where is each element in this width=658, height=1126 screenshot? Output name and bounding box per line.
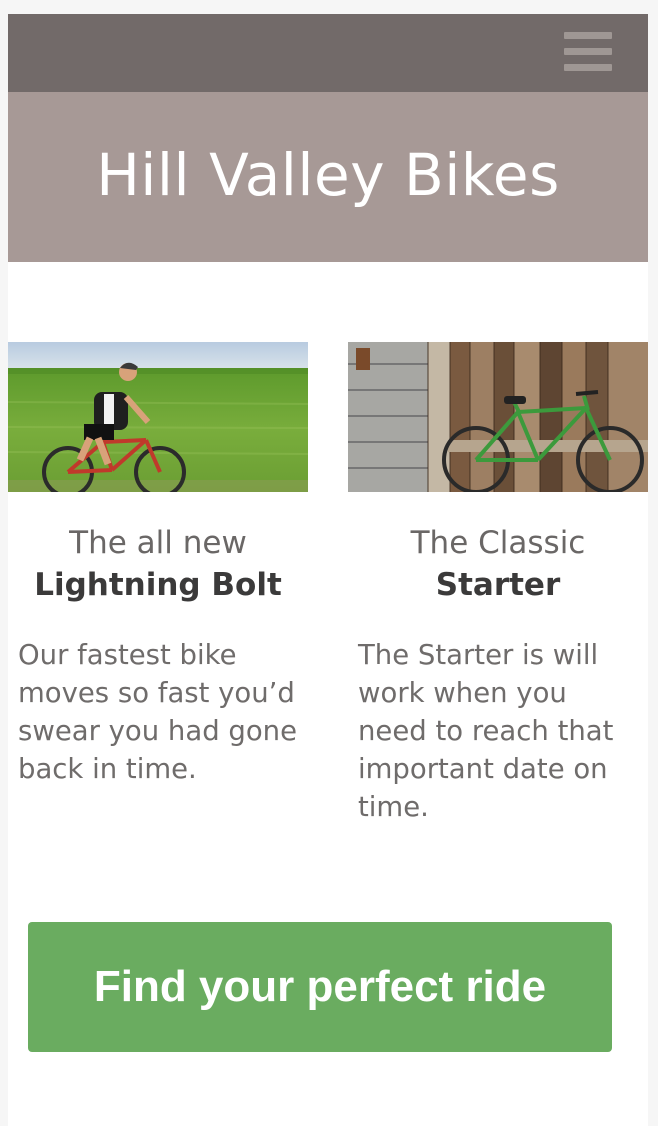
menu-icon-bar xyxy=(564,32,612,39)
find-your-perfect-ride-button[interactable]: Find your perfect ride xyxy=(28,922,612,1052)
site-title: Hill Valley Bikes xyxy=(96,141,560,209)
hamburger-menu-icon[interactable] xyxy=(564,32,612,72)
top-navigation-bar xyxy=(8,14,648,92)
cyclist-on-mountain-bike-photo xyxy=(8,342,308,492)
product-card-starter: The Classic Starter The Starter is will … xyxy=(348,342,648,826)
product-card-lightning-bolt: The all new Lightning Bolt Our fastest b… xyxy=(8,342,308,788)
product-name: Starter xyxy=(435,567,561,603)
hero-banner: Hill Valley Bikes xyxy=(8,92,648,262)
product-description: The Starter is will work when you need t… xyxy=(358,639,614,823)
product-subtitle: The Classic xyxy=(410,525,586,561)
product-description: Our fastest bike moves so fast you’d swe… xyxy=(18,639,298,785)
product-name: Lightning Bolt xyxy=(34,567,282,603)
product-subtitle: The all new xyxy=(69,525,247,561)
green-bike-against-wooden-wall-photo xyxy=(348,342,648,492)
menu-icon-bar xyxy=(564,64,612,71)
page: Hill Valley Bikes The all new Lightning … xyxy=(8,14,648,1126)
menu-icon-bar xyxy=(564,48,612,55)
